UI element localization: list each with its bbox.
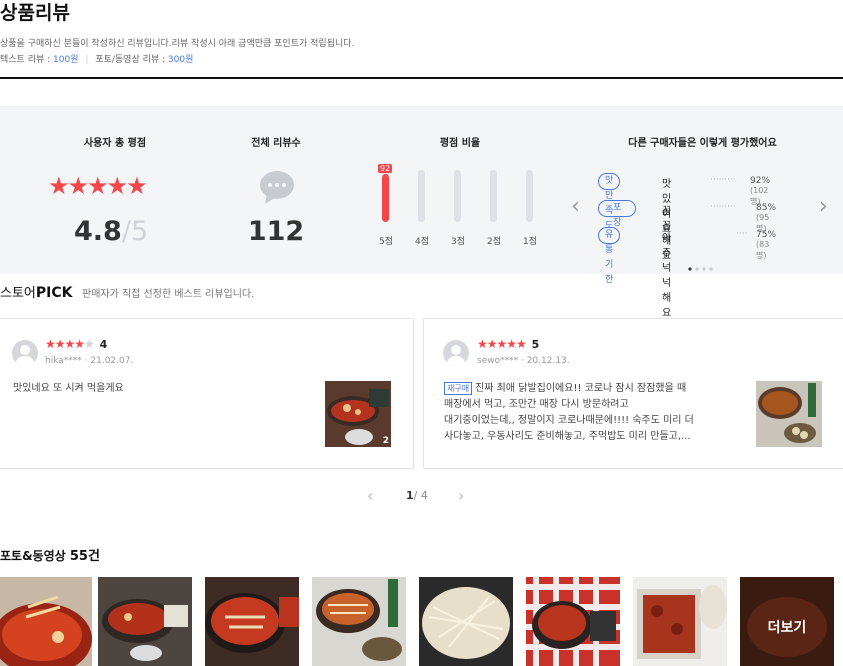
rating-ratio-bar xyxy=(382,170,389,222)
rating-summary-panel: 사용자 총 평점 ★★★★★ 4.8/5 전체 리뷰수 112 평점 비율 5점… xyxy=(0,106,843,319)
store-pick-title: 스토어PICK xyxy=(0,285,73,301)
review-photo[interactable]: 2 xyxy=(325,381,391,447)
rating-ratio-bar xyxy=(490,170,497,222)
rating-ratio-label: 5점 xyxy=(378,237,393,247)
photo-count-badge: 2 xyxy=(382,436,389,446)
review-stars: ★★★★★ 5 xyxy=(477,337,539,351)
evaluation-tag: 맛 만족도 xyxy=(598,173,621,231)
text-review-point: 100원 xyxy=(53,55,79,65)
photo-review-point: 300원 xyxy=(167,55,194,65)
eval-next-icon[interactable]: › xyxy=(819,194,828,219)
photo-thumbnail[interactable] xyxy=(419,577,513,666)
evaluation-dots: ········· xyxy=(710,175,736,185)
photo-thumbnail[interactable] xyxy=(312,577,406,666)
review-meta: hika**** · 21.02.07. xyxy=(45,356,134,366)
rating-ratio-label: 4점 xyxy=(414,237,429,247)
evaluation-percent: 75%(83명) xyxy=(756,230,777,260)
pick-prev-icon[interactable]: ‹ xyxy=(367,486,373,505)
divider: | xyxy=(85,55,89,65)
total-rating-title: 사용자 총 평점 xyxy=(83,138,147,149)
review-meta: sewo**** · 20.12.13. xyxy=(477,356,570,366)
top-ratio-badge: 92 xyxy=(378,164,393,173)
repurchase-badge: 재구매 xyxy=(444,382,473,395)
rating-ratio-fill xyxy=(382,174,389,222)
review-stars: ★★★★★ 4 xyxy=(45,337,107,351)
pick-review-card[interactable]: ★★★★★ 4 hika**** · 21.02.07. 맛있네요 또 시켜 먹… xyxy=(0,318,414,469)
rating-ratio-chart: 5점 4점 3점 2점 1점 92 xyxy=(368,160,558,250)
page-title: 상품리뷰 xyxy=(0,2,70,24)
more-photos-button[interactable]: 더보기 xyxy=(740,617,834,637)
evaluation-tag: 포장 xyxy=(598,200,637,228)
rating-ratio-label: 2점 xyxy=(486,237,501,247)
avatar xyxy=(12,340,38,366)
carousel-indicator xyxy=(688,256,718,275)
photo-thumbnail[interactable] xyxy=(526,577,620,666)
rating-ratio-title: 평점 비율 xyxy=(439,138,481,149)
other-buyers-title: 다른 구매자들은 이렇게 평가했어요 xyxy=(628,138,777,149)
speech-bubble-icon xyxy=(258,170,296,206)
rating-ratio-bar xyxy=(526,170,533,222)
photo-thumbnail[interactable] xyxy=(0,577,92,666)
rating-ratio-bar xyxy=(454,170,461,222)
photo-thumbnail[interactable] xyxy=(633,577,727,666)
total-reviews-title: 전체 리뷰수 xyxy=(251,138,301,149)
evaluation-dots: ········· xyxy=(710,202,736,212)
photo-thumbnail[interactable] xyxy=(98,577,192,666)
header-divider xyxy=(0,77,843,79)
review-text: 맛있네요 또 시켜 먹을게요 xyxy=(13,383,124,394)
store-pick-desc: 판매자가 직접 선정한 베스트 리뷰입니다. xyxy=(82,289,255,300)
pick-review-card[interactable]: ★★★★★ 5 sewo**** · 20.12.13. 재구매 진짜 최애 닭발… xyxy=(423,318,843,469)
rating-ratio-label: 1점 xyxy=(522,237,537,247)
photo-thumbnail[interactable] xyxy=(205,577,299,666)
review-text: 재구매 진짜 최애 닭발집이에요!! 코로나 잠시 잠잠했을 때 매장에서 먹고,… xyxy=(444,382,694,442)
review-point-description: 상품을 구매하신 분들이 작성하신 리뷰입니다.리뷰 작성시 아래 금액만큼 포… xyxy=(0,39,355,49)
review-point-info: 텍스트 리뷰 : 100원 | 포토/동영상 리뷰 : 300원 xyxy=(0,55,194,65)
evaluation-dots: ···· xyxy=(736,229,748,239)
photo-thumbnail-more[interactable]: 더보기 xyxy=(740,577,834,666)
rating-ratio-bar xyxy=(418,170,425,222)
pick-pager: 1/ 4 xyxy=(406,489,428,502)
rating-stars: ★★★★★ xyxy=(48,172,148,200)
avatar xyxy=(443,340,469,366)
pick-next-icon[interactable]: › xyxy=(458,486,464,505)
rating-ratio-label: 3점 xyxy=(450,237,465,247)
total-reviews-count: 112 xyxy=(247,216,305,247)
evaluation-text: 아주 넉넉해요 xyxy=(662,233,672,319)
eval-prev-icon[interactable]: ‹ xyxy=(571,194,580,219)
review-photo[interactable] xyxy=(756,381,822,447)
evaluation-tag: 유통기한 xyxy=(598,227,621,285)
photo-video-title: 포토&동영상 55건 xyxy=(0,549,100,564)
average-score: 4.8/5 xyxy=(74,216,149,247)
